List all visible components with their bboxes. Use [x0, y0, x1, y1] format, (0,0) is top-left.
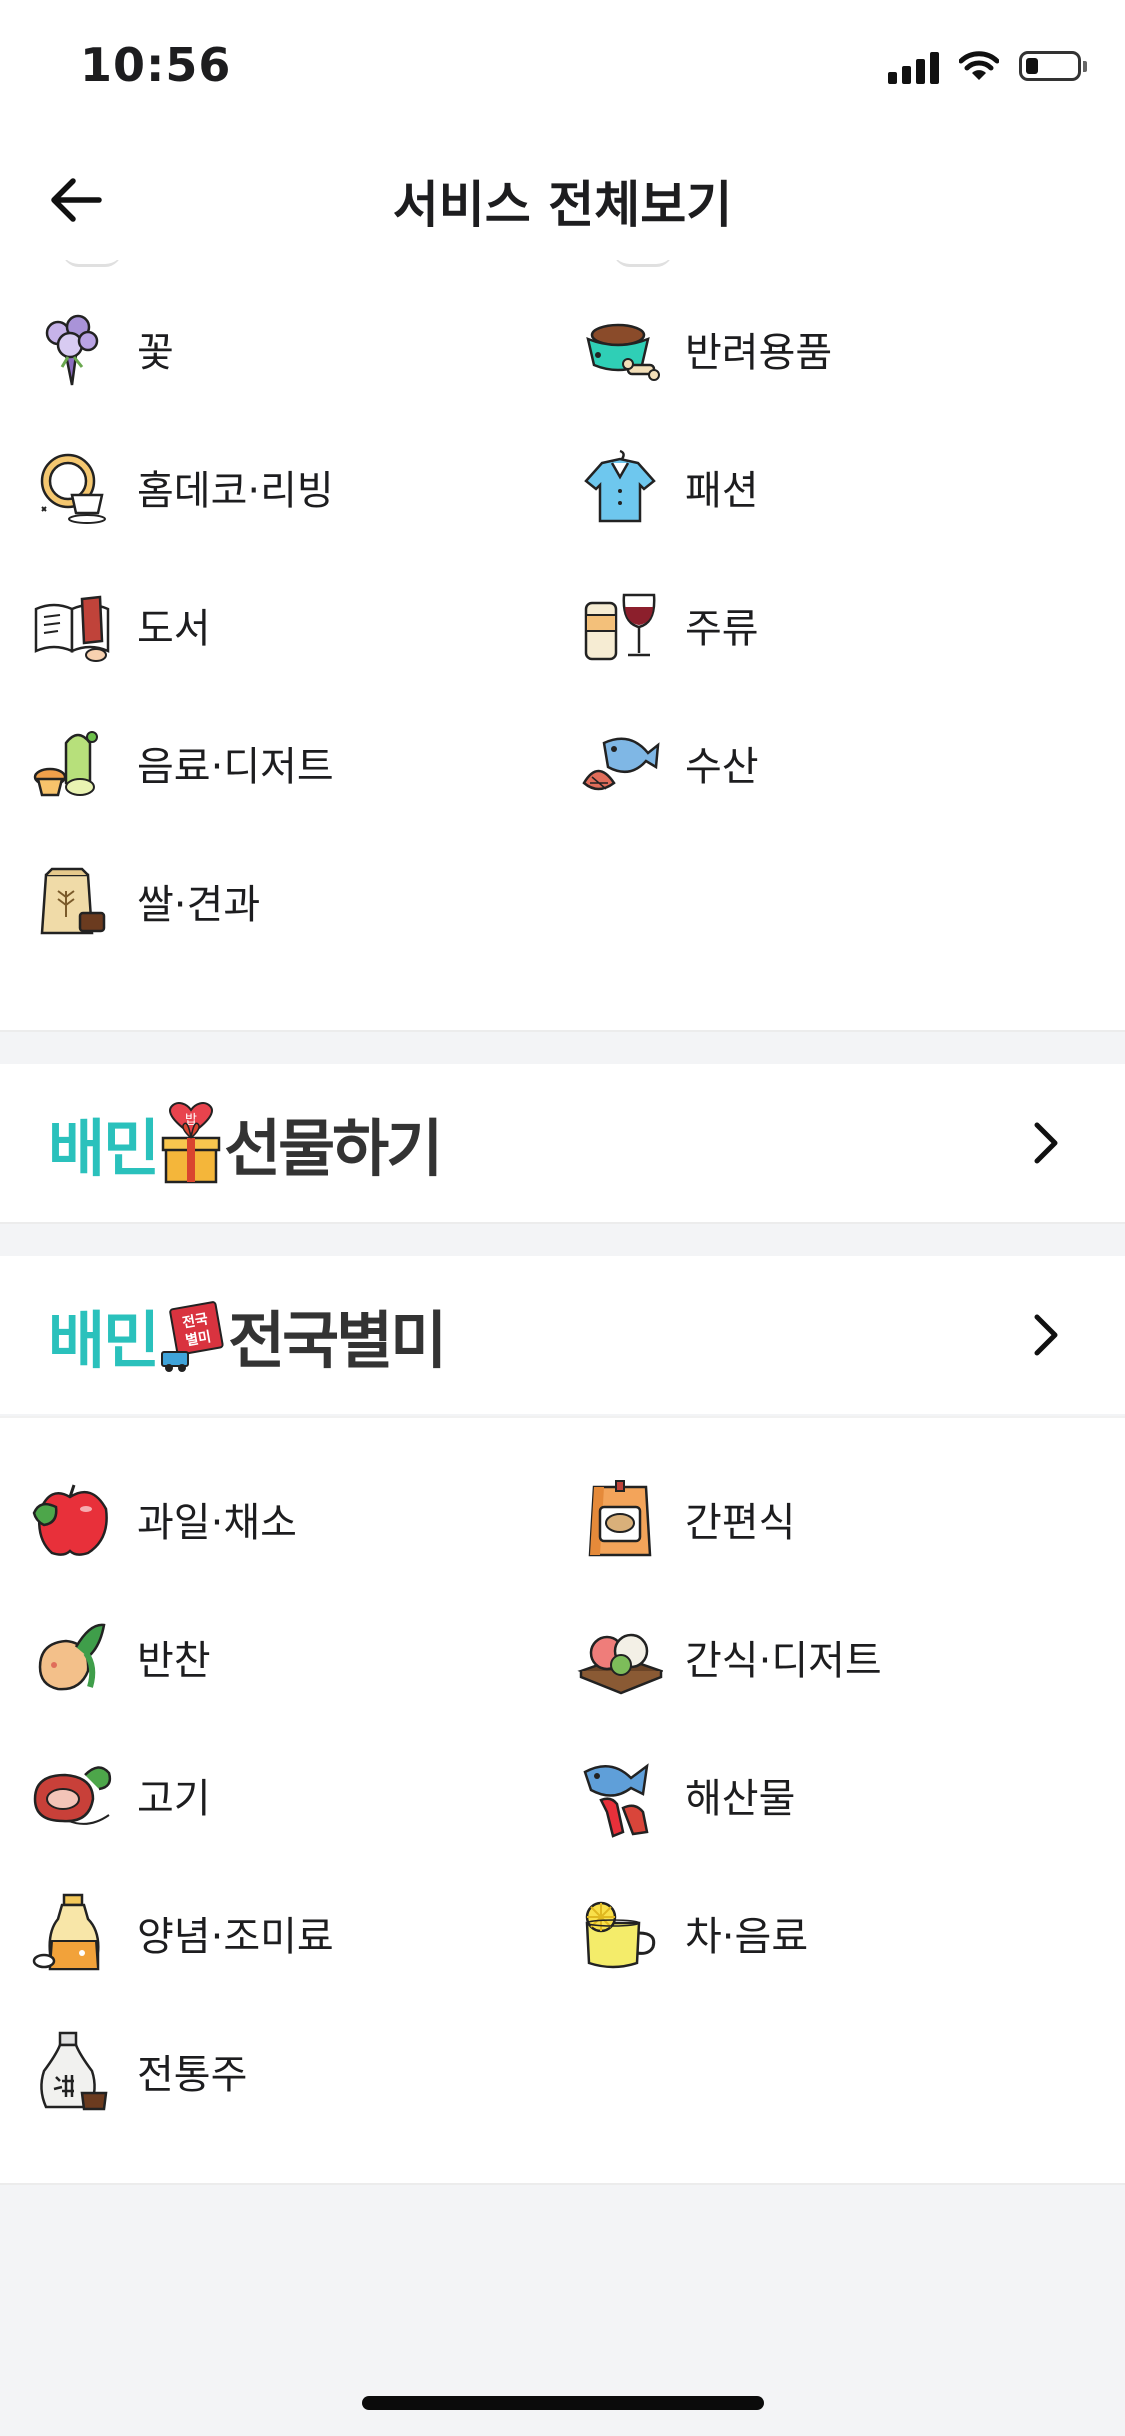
page-title: 서비스 전체보기: [392, 176, 733, 234]
apple-icon: [29, 1476, 115, 1562]
gift-banner[interactable]: 배민 밥 선물하기: [0, 1064, 1125, 1222]
gift-box-icon: 밥: [161, 1102, 221, 1184]
category-item-liquor[interactable]: 주류: [577, 556, 1125, 694]
chevron-right-icon: [1034, 1122, 1058, 1164]
category-label: 쌀·견과: [137, 882, 261, 928]
gift-banner-logo[interactable]: 배민 밥 선물하기: [48, 1100, 443, 1186]
truck-sign-icon: 전국 별미: [161, 1301, 224, 1372]
brand-text: 배민: [48, 1304, 160, 1377]
wifi-icon: [959, 51, 999, 80]
fish-icon: [577, 720, 663, 806]
home-indicator[interactable]: [362, 2396, 764, 2410]
nationwide-banner-chevron-button[interactable]: [1017, 1306, 1075, 1364]
seasoning-icon: [29, 1890, 115, 1976]
nationwide-banner-logo[interactable]: 배민 전국 별미 전국별미: [48, 1292, 447, 1378]
chevron-right-icon: [1034, 1314, 1058, 1356]
side-dish-icon: [29, 1614, 115, 1700]
category-item-fruit-vegetable[interactable]: 과일·채소: [29, 1450, 577, 1588]
category-label: 반찬: [137, 1638, 211, 1684]
status-time: 10:56: [80, 38, 232, 92]
pet-bowl-icon: [577, 306, 663, 392]
banner-title: 선물하기: [224, 1112, 443, 1185]
category-label: 전통주: [137, 2052, 248, 2098]
section-divider: [0, 1030, 1125, 1032]
category-section: 꽃 반려용품 홈데코·리빙 패션 도서 주류 음료·디저트 수산 쌀·견과: [0, 260, 1125, 1030]
category-label: 과일·채소: [137, 1500, 297, 1546]
category-label: 해산물: [685, 1776, 796, 1822]
book-icon: [29, 582, 115, 668]
home-decor-icon: [29, 444, 115, 530]
category-item-ready-meal[interactable]: 간편식: [577, 1450, 1125, 1588]
tea-icon: [577, 1890, 663, 1976]
meat-icon: [29, 1752, 115, 1838]
seafood-icon: [577, 1752, 663, 1838]
cellular-signal-icon: [888, 48, 939, 84]
nationwide-category-section: 과일·채소 간편식 반찬 간식·디저트 고기 해산물 양념·조미료 차·음료 전…: [0, 1418, 1125, 2183]
category-item-side-dish[interactable]: 반찬: [29, 1588, 577, 1726]
category-item-rice-nuts[interactable]: 쌀·견과: [29, 832, 577, 970]
category-label: 간식·디저트: [685, 1638, 882, 1684]
status-bar: 10:56: [0, 0, 1125, 135]
ready-meal-icon: [577, 1476, 663, 1562]
category-item-pet[interactable]: 반려용품: [577, 280, 1125, 418]
category-label: 양념·조미료: [137, 1914, 334, 1960]
gift-banner-chevron-button[interactable]: [1017, 1114, 1075, 1172]
category-label: 반려용품: [685, 330, 833, 376]
category-label: 꽃: [137, 330, 174, 376]
rice-bag-icon: [29, 858, 115, 944]
nav-bar: 서비스 전체보기: [0, 135, 1125, 260]
traditional-liquor-icon: [29, 2028, 115, 2114]
dessert-icon: [29, 720, 115, 806]
nationwide-banner[interactable]: 배민 전국 별미 전국별미: [0, 1256, 1125, 1414]
category-item-snack-dessert[interactable]: 간식·디저트: [577, 1588, 1125, 1726]
category-item-meat[interactable]: 고기: [29, 1726, 577, 1864]
category-label: 도서: [137, 606, 211, 652]
category-label: 간편식: [685, 1500, 796, 1546]
category-label: 고기: [137, 1776, 211, 1822]
liquor-icon: [577, 582, 663, 668]
category-item-tea-beverage[interactable]: 차·음료: [577, 1864, 1125, 2002]
category-item-traditional-liquor[interactable]: 전통주: [29, 2002, 577, 2140]
category-item-seasoning[interactable]: 양념·조미료: [29, 1864, 577, 2002]
nationwide-category-grid: 과일·채소 간편식 반찬 간식·디저트 고기 해산물 양념·조미료 차·음료 전…: [0, 1450, 1125, 2140]
category-item-flower[interactable]: 꽃: [29, 280, 577, 418]
rice-cake-icon: [577, 1614, 663, 1700]
status-icons: [888, 48, 1087, 84]
category-label: 패션: [685, 468, 759, 514]
category-label: 홈데코·리빙: [137, 468, 334, 514]
brand-text: 배민: [48, 1112, 160, 1185]
category-label: 음료·디저트: [137, 744, 334, 790]
category-label: 차·음료: [685, 1914, 809, 1960]
banner-title: 전국별미: [228, 1304, 447, 1377]
category-grid: 꽃 반려용품 홈데코·리빙 패션 도서 주류 음료·디저트 수산 쌀·견과: [0, 280, 1125, 970]
category-item-fashion[interactable]: 패션: [577, 418, 1125, 556]
category-item-books[interactable]: 도서: [29, 556, 577, 694]
shirt-icon: [577, 444, 663, 530]
category-item-seafood-2[interactable]: 해산물: [577, 1726, 1125, 1864]
battery-icon: [1019, 51, 1087, 81]
category-item-home-decor[interactable]: 홈데코·리빙: [29, 418, 577, 556]
category-label: 수산: [685, 744, 759, 790]
category-label: 주류: [685, 606, 759, 652]
flower-bouquet-icon: [29, 306, 115, 392]
section-divider: [0, 2183, 1125, 2185]
section-divider: [0, 1222, 1125, 1224]
category-item-beverage-dessert[interactable]: 음료·디저트: [29, 694, 577, 832]
category-item-seafood[interactable]: 수산: [577, 694, 1125, 832]
